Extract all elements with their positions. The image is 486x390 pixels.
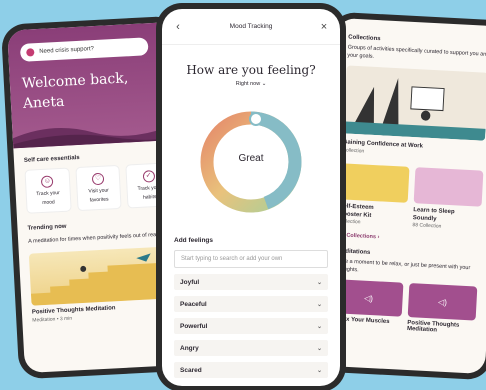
confidence-illustration [343,65,486,141]
smile-icon: ☺ [41,175,54,188]
feeling-label: Angry [180,344,199,352]
feeling-label: Scared [180,366,202,374]
crisis-label: Need crisis support? [39,46,95,55]
card-label: Track your [36,190,60,198]
back-icon[interactable]: ‹ [172,21,184,33]
center-phone: ‹ Mood Tracking × How are you feeling? R… [156,3,346,390]
chevron-down-icon: ⌄ [316,345,322,352]
card-label: Visit your [88,187,110,195]
mood-dial[interactable]: Great [196,107,306,217]
favorites-card[interactable]: ♡ Visit your favorites [75,164,122,212]
feeling-option[interactable]: Powerful ⌄ [174,318,328,334]
feeling-label: Joyful [180,278,200,286]
card-label: favorites [89,196,109,204]
essentials-title: Self care essentials [23,154,80,164]
chevron-down-icon: ⌄ [316,323,322,330]
feeling-option[interactable]: Scared ⌄ [174,362,328,378]
all-collections-link[interactable]: All Collections › [338,232,480,245]
positive-thoughts-card[interactable]: ◁) Positive Thoughts Meditation [406,283,478,335]
time-selector[interactable]: Right now ⌄ [162,81,340,87]
card-label: habits [142,193,157,201]
home-hero: Need crisis support? Welcome back, Aneta [7,21,184,149]
self-esteem-card[interactable]: Self-Esteem Booster Kit Collection [338,163,410,227]
add-feelings-label: Add feelings [174,237,214,244]
self-esteem-image [339,163,410,203]
sleep-image [413,167,484,207]
chevron-down-icon: ⌄ [316,367,322,374]
mood-tracking-screen: ‹ Mood Tracking × How are you feeling? R… [162,9,340,386]
close-icon[interactable]: × [318,21,330,33]
track-mood-card[interactable]: ☺ Track your mood [24,167,72,214]
mood-value: Great [238,153,264,164]
feeling-option[interactable]: Joyful ⌄ [174,274,328,290]
heart-icon: ♡ [91,172,105,186]
header: ‹ Mood Tracking × [162,9,340,45]
crisis-support-button[interactable]: Need crisis support? [19,37,149,62]
confidence-card-image[interactable] [343,65,486,141]
audio-icon: ◁) [407,283,478,321]
collections-subtitle: Groups of activities specifically curate… [347,44,486,60]
feeling-option[interactable]: Angry ⌄ [174,340,328,356]
welcome-title: Welcome back, Aneta [21,66,165,113]
dial-handle [249,112,263,126]
card-label: mood [42,199,55,206]
chevron-down-icon: ⌄ [316,301,322,308]
feeling-option[interactable]: Peaceful ⌄ [174,296,328,312]
check-icon: ✓ [142,170,155,183]
sleep-card[interactable]: Learn to Sleep Soundly 88 Collection [412,167,484,231]
meditations-row: ◁) Relax Your Muscles ◁) Positive Though… [333,279,478,335]
collections-row: Self-Esteem Booster Kit Collection Learn… [338,163,484,231]
meditations-subtitle: Take a moment to be relax, or just be pr… [335,258,471,274]
feeling-label: Peaceful [180,300,207,308]
card-title: Positive Thoughts Meditation [406,319,460,334]
chevron-down-icon: ⌄ [316,279,322,286]
header-title: Mood Tracking [229,23,273,30]
feelings-search-input[interactable]: Start typing to search or add your own [174,250,328,268]
trending-subtitle: A meditation for times when positivity f… [28,231,163,245]
feeling-label: Powerful [180,322,208,330]
trending-title: Trending now [27,223,67,232]
crisis-icon [26,48,35,57]
feeling-question: How are you feeling? [186,63,316,77]
